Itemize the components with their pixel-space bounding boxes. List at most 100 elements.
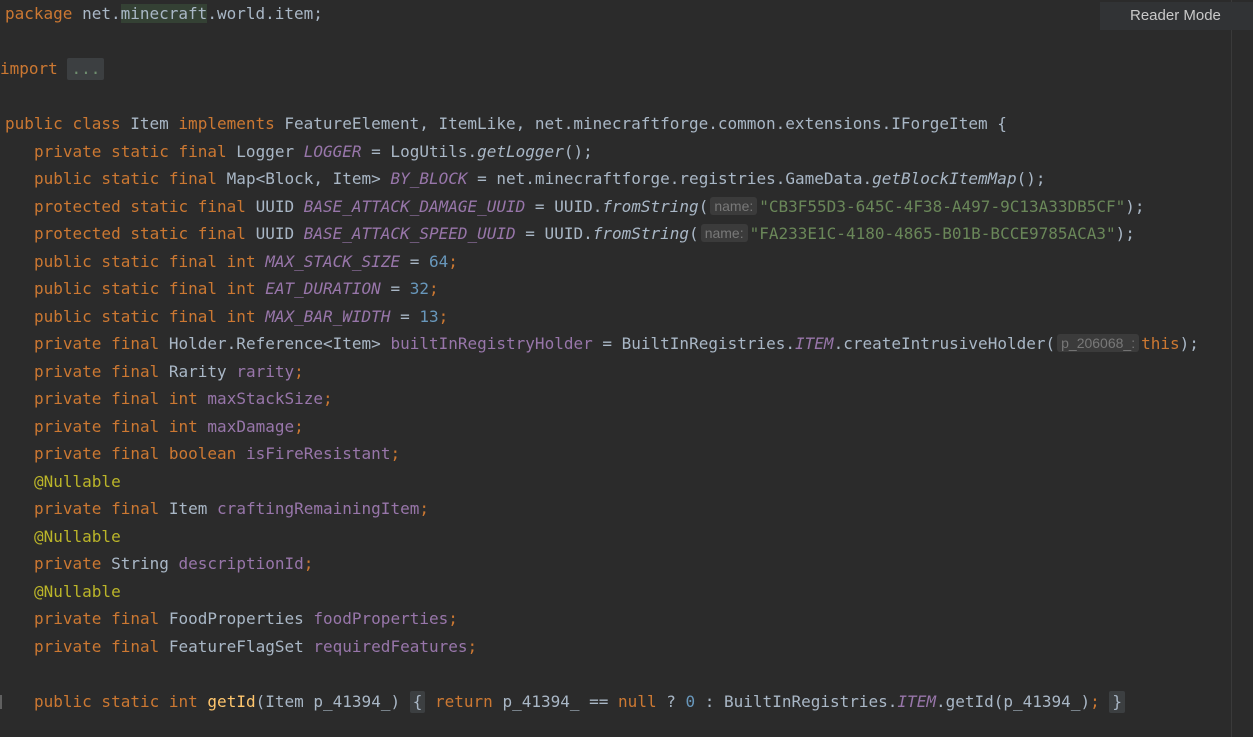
type: Logger bbox=[236, 142, 295, 161]
string-literal: "FA233E1C-4180-4865-B01B-BCCE9785ACA3" bbox=[749, 224, 1116, 243]
modifiers: private final bbox=[34, 389, 160, 408]
parameters: (Item p_41394_) bbox=[255, 692, 401, 711]
type: Map<Block, Item> bbox=[226, 169, 381, 188]
code-line: private final Rarity rarity; bbox=[34, 362, 304, 381]
expr: .getId(p_41394_) bbox=[935, 692, 1091, 711]
code-line: private final int maxStackSize; bbox=[34, 389, 333, 408]
modifiers: private final bbox=[34, 609, 160, 628]
type: boolean bbox=[168, 444, 237, 463]
type: int bbox=[226, 252, 256, 271]
modifiers: private static final bbox=[34, 142, 227, 161]
package-name: .world.item; bbox=[207, 4, 323, 23]
code-line: private final FeatureFlagSet requiredFea… bbox=[34, 637, 478, 656]
field-name: rarity bbox=[236, 362, 295, 381]
expr: .createIntrusiveHolder( bbox=[833, 334, 1056, 353]
expr: = net.minecraftforge.registries.GameData… bbox=[467, 169, 873, 188]
modifiers: protected static final bbox=[34, 224, 246, 243]
parameter-hint: p_206068_: bbox=[1057, 334, 1140, 352]
code-line-package: package net.minecraft.world.item; bbox=[0, 3, 323, 25]
field-name: descriptionId bbox=[178, 554, 304, 573]
modifiers: private final bbox=[34, 499, 160, 518]
code-line: private final int maxDamage; bbox=[34, 417, 304, 436]
constant: MAX_BAR_WIDTH bbox=[265, 307, 391, 326]
class-name: Item bbox=[130, 114, 169, 133]
code-line: @Nullable bbox=[0, 526, 121, 548]
folded-imports[interactable]: ... bbox=[67, 58, 105, 80]
package-name: net. bbox=[82, 4, 121, 23]
constant: LOGGER bbox=[303, 142, 362, 161]
parameter-hint: name: bbox=[710, 197, 758, 215]
code-line: private final boolean isFireResistant; bbox=[34, 444, 401, 463]
field-name: foodProperties bbox=[313, 609, 449, 628]
type: int bbox=[226, 307, 256, 326]
type: int bbox=[226, 279, 256, 298]
expr: : BuiltInRegistries. bbox=[695, 692, 898, 711]
code-line: protected static final UUID BASE_ATTACK_… bbox=[34, 224, 1135, 243]
constant: ITEM bbox=[795, 334, 834, 353]
expr: = UUID. bbox=[515, 224, 593, 243]
method-call: fromString bbox=[602, 197, 699, 216]
modifiers: private final bbox=[34, 334, 160, 353]
annotation: @Nullable bbox=[34, 582, 121, 601]
code-line: public static final int MAX_STACK_SIZE =… bbox=[34, 252, 458, 271]
constant: BASE_ATTACK_DAMAGE_UUID bbox=[303, 197, 526, 216]
modifiers: public static final bbox=[34, 279, 218, 298]
code-editor[interactable]: Reader Mode package net.minecraft.world.… bbox=[0, 0, 1253, 737]
string-literal: "CB3F55D3-645C-4F38-A497-9C13A33DB5CF" bbox=[759, 197, 1126, 216]
keyword: return bbox=[435, 692, 493, 711]
keyword: package bbox=[5, 4, 73, 23]
expr: (); bbox=[563, 142, 593, 161]
keyword: implements bbox=[178, 114, 275, 133]
type: FeatureFlagSet bbox=[168, 637, 304, 656]
package-name-highlight: minecraft bbox=[120, 4, 208, 23]
field-name: builtInRegistryHolder bbox=[390, 334, 593, 353]
code-line: @Nullable bbox=[0, 581, 121, 603]
parameter-hint: name: bbox=[700, 224, 748, 242]
keyword: class bbox=[72, 114, 121, 133]
modifiers: private final bbox=[34, 444, 160, 463]
code-line: public static final int MAX_BAR_WIDTH = … bbox=[34, 307, 449, 326]
code-line: private final Item craftingRemainingItem… bbox=[34, 499, 429, 518]
expr: = UUID. bbox=[525, 197, 603, 216]
expr: = LogUtils. bbox=[361, 142, 478, 161]
method-call: fromString bbox=[592, 224, 690, 243]
expr: ); bbox=[1115, 224, 1135, 243]
keyword: import bbox=[0, 59, 58, 78]
type: int bbox=[168, 389, 198, 408]
modifiers: public static final bbox=[34, 169, 218, 188]
code-line: private final Holder.Reference<Item> bui… bbox=[0, 333, 1199, 355]
code-line: protected static final UUID BASE_ATTACK_… bbox=[34, 197, 1145, 216]
keyword: null bbox=[618, 692, 657, 711]
constant: BASE_ATTACK_SPEED_UUID bbox=[303, 224, 516, 243]
type: int bbox=[168, 692, 198, 711]
folded-brace-close[interactable]: } bbox=[1109, 691, 1125, 713]
annotation: @Nullable bbox=[34, 527, 121, 546]
code-line: private String descriptionId; bbox=[34, 554, 314, 573]
modifiers: private bbox=[34, 554, 102, 573]
keyword: this bbox=[1141, 334, 1180, 353]
field-name: maxDamage bbox=[207, 417, 295, 436]
expr: p_41394_ == bbox=[492, 692, 619, 711]
method-call: getLogger bbox=[477, 142, 564, 161]
modifiers: private final bbox=[34, 417, 160, 436]
folded-brace-open[interactable]: { bbox=[409, 691, 426, 713]
method-call: getBlockItemMap bbox=[872, 169, 1017, 188]
type: UUID bbox=[255, 224, 295, 243]
expr: (); bbox=[1016, 169, 1046, 188]
number-literal: 32 bbox=[409, 279, 429, 298]
modifiers: protected static final bbox=[34, 197, 246, 216]
number-literal: 13 bbox=[419, 307, 439, 326]
constant: ITEM bbox=[897, 692, 936, 711]
number-literal: 64 bbox=[428, 252, 449, 271]
modifiers: public static bbox=[34, 692, 160, 711]
expr: = BuiltInRegistries. bbox=[592, 334, 796, 353]
annotation: @Nullable bbox=[34, 472, 121, 491]
field-name: craftingRemainingItem bbox=[217, 499, 420, 518]
field-name: requiredFeatures bbox=[313, 637, 468, 656]
keyword: public bbox=[5, 114, 63, 133]
right-margin-guide bbox=[1231, 0, 1232, 737]
expr: ); bbox=[1125, 197, 1145, 216]
constant: MAX_STACK_SIZE bbox=[265, 252, 401, 271]
code-line: public static final int EAT_DURATION = 3… bbox=[34, 279, 439, 298]
reader-mode-button[interactable]: Reader Mode bbox=[1100, 2, 1253, 30]
